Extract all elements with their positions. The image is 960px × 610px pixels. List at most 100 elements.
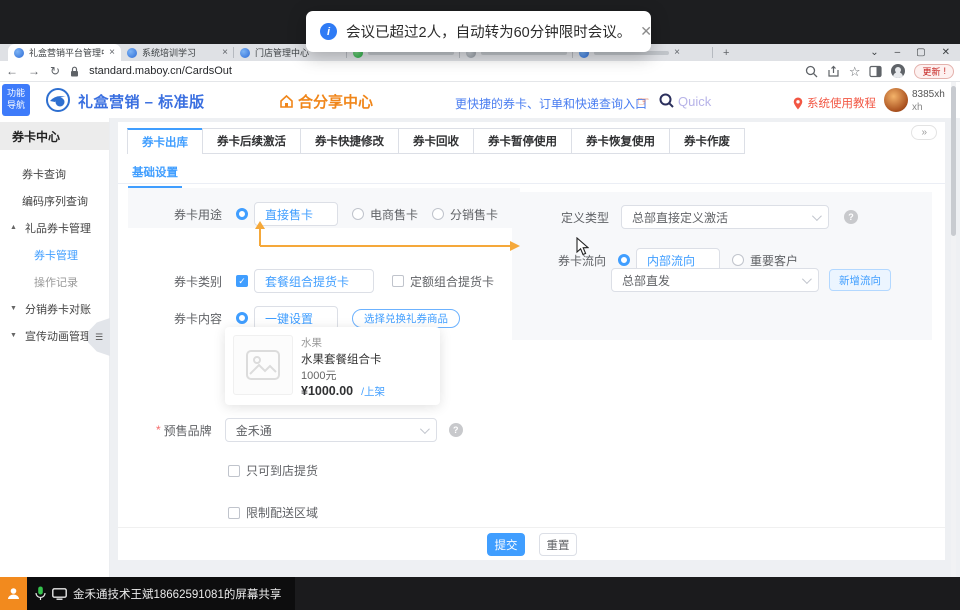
screen-share-icon [52,588,67,600]
brand-select[interactable]: 金禾通 [225,418,437,442]
window-close-icon[interactable]: ✕ [942,47,950,58]
tab-card-outbound[interactable]: 券卡出库 [127,128,203,154]
product-tag: 水果 [301,335,385,351]
new-tab-button[interactable]: + [723,47,729,59]
browser-address-bar: ← → ↻ standard.maboy.cn/CardsOut ☆ [0,61,960,82]
tab-favicon [14,48,24,58]
screen: 礼盒营销平台管理中心 × 系统培训学习 × 门店管理中心 × [0,0,960,610]
definition-type-select[interactable]: 总部直接定义激活 [621,205,829,229]
quick-entry-text: 更快捷的券卡、订单和快递查询入口 [455,95,647,112]
radio-important-customer[interactable]: 重要客户 [732,252,798,269]
definition-type-label: 定义类型 [561,209,609,226]
share-icon[interactable] [827,65,840,78]
help-icon[interactable]: ? [449,423,463,437]
refresh-icon[interactable]: ↻ [50,65,60,77]
update-badge: ! [943,66,946,76]
tab-close-icon[interactable]: × [674,48,680,58]
forward-icon[interactable]: → [28,65,40,77]
image-icon [246,350,280,380]
sidebar-item-card-query[interactable]: 券卡查询 [0,160,109,187]
browser-update-button[interactable]: 更新 ! [914,64,954,79]
sidebar-item-card-management[interactable]: 券卡管理 [0,241,109,268]
definition-type-row: 定义类型 总部直接定义激活 ? [561,205,858,229]
minimize-icon[interactable]: – [895,47,901,58]
tab-close-icon[interactable]: × [222,48,228,58]
store-pickup-row: 只可到店提货 [228,462,318,479]
tab-resume-use[interactable]: 券卡恢复使用 [571,128,670,154]
card-tabs: 券卡出库 券卡后续激活 券卡快捷修改 券卡回收 券卡暂停使用 券卡恢复使用 券卡… [128,128,745,154]
browser-tab-1[interactable]: 礼盒营销平台管理中心 × [8,44,121,61]
main-panel: » 券卡出库 券卡后续激活 券卡快捷修改 券卡回收 券卡暂停使用 券卡恢复使用 … [118,122,945,560]
tutorial-link[interactable]: 系统使用教程 [793,95,876,111]
tree-expand-icon[interactable]: ▲ [10,224,20,231]
quick-search-icon[interactable] [659,93,674,108]
sidebar-item-distribution-reconciliation[interactable]: ▼ 分销券卡对账 [0,295,109,322]
maximize-icon[interactable]: ▢ [916,47,925,58]
flow-select[interactable]: 总部直发 [611,268,819,292]
product-info: 水果 水果套餐组合卡 1000元 ¥1000.00 /上架 [301,335,385,397]
zoom-icon[interactable] [805,65,818,78]
divider [118,183,945,184]
select-gift-products-button[interactable]: 选择兑换礼券商品 [352,309,460,328]
back-icon[interactable]: ← [6,65,18,77]
tab-card-recycle[interactable]: 券卡回收 [398,128,474,154]
lock-icon [70,66,79,77]
scrollbar-thumb[interactable] [951,86,956,236]
tree-collapse-icon[interactable]: ▼ [10,305,20,312]
panel-collapse-button[interactable]: » [911,125,937,140]
bookmark-star-icon[interactable]: ☆ [849,65,861,78]
app-title: 礼盒营销 – 标准版 [78,91,205,112]
submit-button[interactable]: 提交 [487,533,525,556]
divider [118,527,945,528]
tab-card-void[interactable]: 券卡作废 [669,128,745,154]
quick-label[interactable]: Quick [678,94,711,109]
product-card: 水果 水果套餐组合卡 1000元 ¥1000.00 /上架 [225,327,440,405]
address-bar-actions: ☆ 更新 ! [805,64,954,79]
delivery-area-row: 限制配送区域 [228,504,318,521]
browser-menu-icon[interactable]: ⌄ [870,47,878,58]
tab-suspend-use[interactable]: 券卡暂停使用 [473,128,572,154]
subtab-basic-settings[interactable]: 基础设置 [128,164,182,188]
tab-label: 礼盒营销平台管理中心 [29,46,104,59]
hamburger-icon: ☰ [95,332,103,343]
microphone-icon [35,586,46,601]
usage-label: 券卡用途 [174,206,222,223]
annotation-arrow [250,218,522,252]
house-icon [279,94,294,109]
user-avatar[interactable] [884,88,908,112]
brand-row: * 预售品牌 金禾通 ? [156,418,463,442]
browser-tab-2[interactable]: 系统培训学习 × [121,44,234,61]
checkbox-store-pickup-only[interactable]: 只可到店提货 [228,462,318,479]
toast-close-icon[interactable]: ✕ [640,23,652,40]
function-nav-toggle[interactable]: 功能 导航 [2,84,30,116]
sidebar-item-gift-card-management[interactable]: ▲ 礼品券卡管理 [0,214,109,241]
product-image-placeholder [233,335,293,395]
chevron-down-icon [420,424,430,434]
share-center-link[interactable]: 合分享中心 [279,91,373,112]
tab-followup-activation[interactable]: 券卡后续激活 [202,128,301,154]
tree-collapse-icon[interactable]: ▼ [10,332,20,339]
help-icon[interactable]: ? [844,210,858,224]
checkbox-fixed-amount-card[interactable]: 定额组合提货卡 [392,273,494,290]
required-asterisk: * [156,423,161,437]
sidebar-item-code-sequence-query[interactable]: 编码序列查询 [0,187,109,214]
product-onshelf-link[interactable]: /上架 [361,384,385,399]
browser-profile-avatar[interactable] [891,64,905,78]
radio-on-icon [236,312,248,324]
sidebar-item-operation-log[interactable]: 操作记录 [0,268,109,295]
screen-share-bar: 金禾通技术王斌18662591081的屏幕共享 [0,577,960,610]
content-label: 券卡内容 [174,310,222,327]
checkbox-combo-pickup-card[interactable]: 套餐组合提货卡 [236,269,374,293]
tab-favicon [240,48,250,58]
checkbox-checked-icon [236,275,248,287]
url-text[interactable]: standard.maboy.cn/CardsOut [89,65,232,77]
tab-quick-edit[interactable]: 券卡快捷修改 [300,128,399,154]
add-flow-button[interactable]: 新增流向 [829,269,891,291]
category-row: 券卡类别 套餐组合提货卡 定额组合提货卡 [174,269,494,293]
checkbox-unchecked-icon [392,275,404,287]
chevron-down-icon [812,211,822,221]
reset-button[interactable]: 重置 [539,533,577,556]
checkbox-limit-delivery-area[interactable]: 限制配送区域 [228,504,318,521]
tab-close-icon[interactable]: × [109,48,115,58]
side-panel-icon[interactable] [869,65,882,78]
